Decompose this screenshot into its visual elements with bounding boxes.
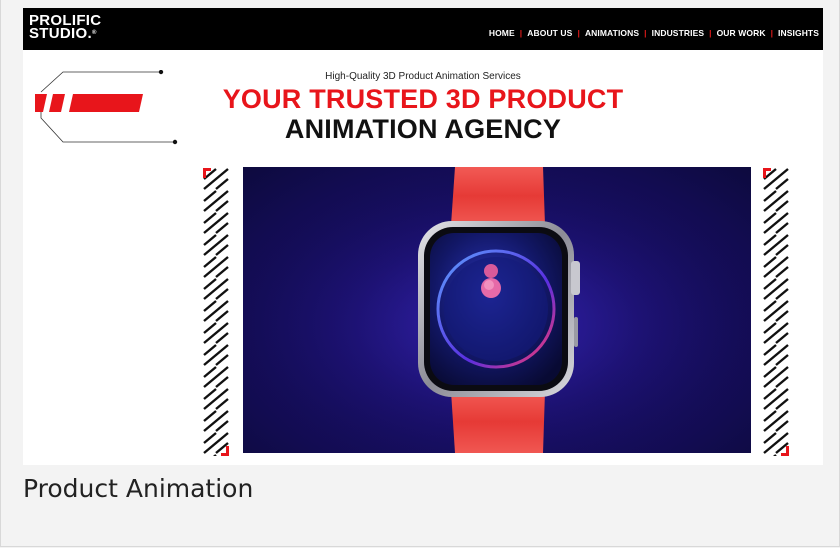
diagonal-stripe-right xyxy=(761,168,791,456)
nav-separator: | xyxy=(577,28,580,38)
nav-animations[interactable]: ANIMATIONS xyxy=(585,28,639,38)
nav-our-work[interactable]: OUR WORK xyxy=(717,28,766,38)
nav-separator: | xyxy=(770,28,774,38)
main-nav: HOME | ABOUT US | ANIMATIONS | INDUSTRIE… xyxy=(489,28,819,38)
hero-heading-line2: ANIMATION AGENCY xyxy=(284,114,562,144)
logo-line2: STUDIO. xyxy=(29,25,92,42)
product-animation-video[interactable] xyxy=(243,167,751,453)
smartwatch-render xyxy=(243,167,751,453)
diagonal-stripe-left xyxy=(201,168,231,456)
nav-separator: | xyxy=(709,28,712,38)
site-header: PROLIFIC STUDIO.® HOME | ABOUT US | ANIM… xyxy=(23,8,823,50)
nav-industries[interactable]: INDUSTRIES xyxy=(652,28,704,38)
card-caption: Product Animation xyxy=(23,474,254,503)
nav-about-us[interactable]: ABOUT US xyxy=(527,28,572,38)
nav-insights[interactable]: INSIGHTS xyxy=(778,28,819,38)
nav-home[interactable]: HOME xyxy=(489,28,515,38)
hero-subtitle: High-Quality 3D Product Animation Servic… xyxy=(325,71,521,82)
page-frame: PROLIFIC STUDIO.® HOME | ABOUT US | ANIM… xyxy=(0,0,840,547)
nav-separator: | xyxy=(519,28,523,38)
brand-logo[interactable]: PROLIFIC STUDIO.® xyxy=(29,13,101,42)
website-preview-card[interactable]: PROLIFIC STUDIO.® HOME | ABOUT US | ANIM… xyxy=(23,8,823,465)
nav-separator: | xyxy=(644,28,647,38)
logo-registered-mark: ® xyxy=(91,30,97,36)
hero-heading-line1: YOUR TRUSTED 3D PRODUCT xyxy=(222,84,624,114)
